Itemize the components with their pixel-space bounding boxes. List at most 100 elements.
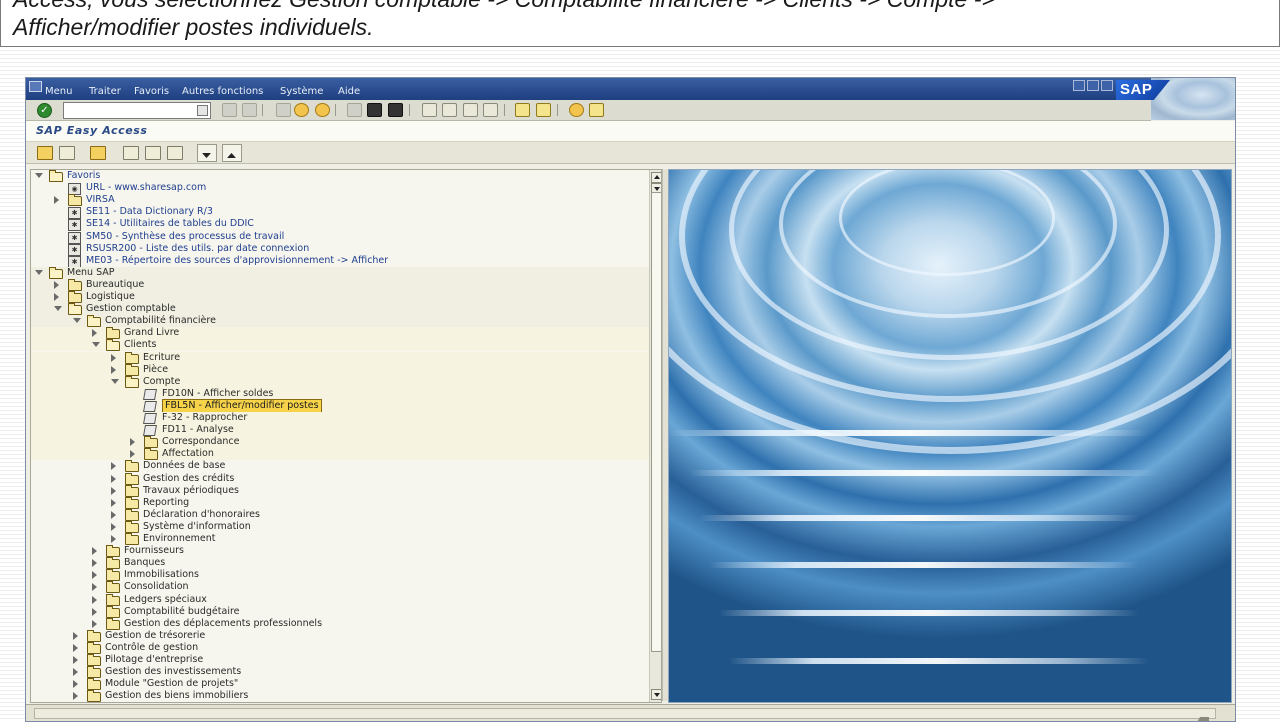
collapsed-triangle-icon[interactable] xyxy=(111,498,116,507)
tree-node[interactable]: ✱ RSUSR200 - Liste des utils. par date co… xyxy=(31,243,649,256)
expanded-triangle-icon[interactable] xyxy=(35,269,43,275)
tree-node[interactable]: Gestion des biens immobiliers xyxy=(31,690,649,702)
exit-icon[interactable] xyxy=(294,103,309,117)
collapsed-triangle-icon[interactable] xyxy=(92,559,97,568)
tree-vertical-scrollbar[interactable] xyxy=(649,170,661,702)
tree-node[interactable]: Comptabilité financière xyxy=(31,315,649,328)
tree-node[interactable]: Contrôle de gestion xyxy=(31,641,649,654)
create-session-icon[interactable] xyxy=(515,103,530,117)
tree-node[interactable]: Comptabilité budgétaire xyxy=(31,605,649,618)
collapsed-triangle-icon[interactable] xyxy=(92,595,97,604)
tree-node[interactable]: Compte xyxy=(31,375,649,388)
tree-node[interactable]: Gestion des investissements xyxy=(31,666,649,679)
tree-node[interactable]: Clients xyxy=(31,339,649,352)
expanded-triangle-icon[interactable] xyxy=(92,342,100,348)
tree-node[interactable]: Gestion des déplacements professionnels xyxy=(31,617,649,630)
add-favorite-icon[interactable] xyxy=(123,146,139,160)
menu-item-menu[interactable]: Menu xyxy=(45,86,72,97)
command-field[interactable] xyxy=(63,102,211,119)
tree-node[interactable]: ✱ SE14 - Utilitaires de tables du DDIC xyxy=(31,218,649,232)
collapsed-triangle-icon[interactable] xyxy=(92,547,97,556)
collapsed-triangle-icon[interactable] xyxy=(54,293,59,301)
print-icon[interactable] xyxy=(347,103,362,117)
tree-node[interactable]: Ledgers spéciaux xyxy=(31,593,649,606)
other-menu-icon[interactable] xyxy=(90,146,106,160)
tree-node[interactable]: Pilotage d'entreprise xyxy=(31,654,649,666)
tree-node[interactable]: Affectation xyxy=(31,448,649,461)
scroll-down-button[interactable] xyxy=(651,689,661,700)
tree-node[interactable]: ◉ URL - www.sharesap.com xyxy=(31,182,649,196)
back-icon[interactable] xyxy=(276,103,291,117)
collapsed-triangle-icon[interactable] xyxy=(92,583,97,592)
tree-node[interactable]: VIRSA xyxy=(31,194,649,207)
tree-node[interactable]: Ecriture xyxy=(31,351,649,364)
find-next-icon[interactable] xyxy=(388,103,403,117)
collapsed-triangle-icon[interactable] xyxy=(130,450,135,459)
tree-node[interactable]: Pièce xyxy=(31,363,649,376)
minimize-window-icon[interactable] xyxy=(1073,80,1085,91)
scroll-thumb[interactable] xyxy=(651,192,661,652)
resize-grip-icon[interactable] xyxy=(1196,709,1209,721)
change-favorite-icon[interactable] xyxy=(167,146,183,160)
collapsed-triangle-icon[interactable] xyxy=(111,365,116,374)
shortcut-icon[interactable] xyxy=(536,103,551,117)
menu-item-systeme[interactable]: Système xyxy=(280,86,323,97)
collapsed-triangle-icon[interactable] xyxy=(111,535,116,543)
collapsed-triangle-icon[interactable] xyxy=(111,510,116,519)
find-icon[interactable] xyxy=(367,103,382,117)
move-down-button[interactable] xyxy=(197,144,217,162)
first-page-icon[interactable] xyxy=(422,103,437,117)
collapsed-triangle-icon[interactable] xyxy=(73,631,78,640)
maximize-window-icon[interactable] xyxy=(1087,80,1099,91)
tree-node[interactable]: Correspondance xyxy=(31,436,649,449)
close-window-icon[interactable] xyxy=(1101,80,1113,91)
scroll-up-button[interactable] xyxy=(651,172,661,183)
collapsed-triangle-icon[interactable] xyxy=(111,353,116,362)
collapsed-triangle-icon[interactable] xyxy=(111,462,116,471)
move-up-button[interactable] xyxy=(222,144,242,162)
tree-node[interactable]: Données de base xyxy=(31,460,649,473)
delete-favorite-icon[interactable] xyxy=(145,146,161,160)
collapsed-triangle-icon[interactable] xyxy=(73,656,78,664)
expanded-triangle-icon[interactable] xyxy=(73,318,81,324)
collapsed-triangle-icon[interactable] xyxy=(73,668,78,677)
expanded-triangle-icon[interactable] xyxy=(54,306,62,312)
tree-node[interactable]: Reporting xyxy=(31,496,649,509)
tree-node[interactable]: Système d'information xyxy=(31,520,649,533)
collapsed-triangle-icon[interactable] xyxy=(73,680,78,689)
tree-node[interactable]: FD11 - Analyse xyxy=(31,424,649,437)
menu-item-aide[interactable]: Aide xyxy=(338,86,360,97)
collapsed-triangle-icon[interactable] xyxy=(92,329,97,338)
collapsed-triangle-icon[interactable] xyxy=(92,619,97,628)
menu-item-autres-fonctions[interactable]: Autres fonctions xyxy=(182,86,263,97)
expanded-triangle-icon[interactable] xyxy=(111,378,119,384)
collapsed-triangle-icon[interactable] xyxy=(92,607,97,616)
tree-node[interactable]: Travaux périodiques xyxy=(31,484,649,497)
tree-node[interactable]: FD10N - Afficher soldes xyxy=(31,387,649,400)
tree-node[interactable]: Environnement xyxy=(31,533,649,545)
user-menu-icon[interactable] xyxy=(37,146,53,160)
collapsed-triangle-icon[interactable] xyxy=(54,280,59,289)
tree-node[interactable]: ✱ SM50 - Synthèse des processus de travai… xyxy=(31,231,649,244)
enter-checkmark-icon[interactable]: ✓ xyxy=(37,103,52,118)
tree-node[interactable]: Bureautique xyxy=(31,278,649,291)
tree-node[interactable]: Gestion de trésorerie xyxy=(31,629,649,642)
tree-node[interactable]: ✱ SE11 - Data Dictionary R/3 xyxy=(31,206,649,220)
tree-node[interactable]: Menu SAP xyxy=(31,266,649,279)
menu-item-traiter[interactable]: Traiter xyxy=(89,86,121,97)
menu-item-favoris[interactable]: Favoris xyxy=(134,86,169,97)
collapsed-triangle-icon[interactable] xyxy=(111,486,116,495)
tree-node[interactable]: Fournisseurs xyxy=(31,545,649,558)
system-menu-icon[interactable] xyxy=(29,81,42,92)
sap-menu-icon[interactable] xyxy=(59,146,75,160)
command-history-icon[interactable] xyxy=(197,105,208,116)
help-icon[interactable] xyxy=(569,103,584,117)
next-page-icon[interactable] xyxy=(463,103,478,117)
tree-node[interactable]: Gestion des crédits xyxy=(31,472,649,485)
tree-node[interactable]: Favoris xyxy=(31,170,649,182)
tree-node[interactable]: Grand Livre xyxy=(31,327,649,340)
cancel-icon[interactable] xyxy=(315,103,330,117)
collapsed-triangle-icon[interactable] xyxy=(54,196,59,205)
collapsed-triangle-icon[interactable] xyxy=(73,692,78,701)
collapsed-triangle-icon[interactable] xyxy=(73,643,78,652)
